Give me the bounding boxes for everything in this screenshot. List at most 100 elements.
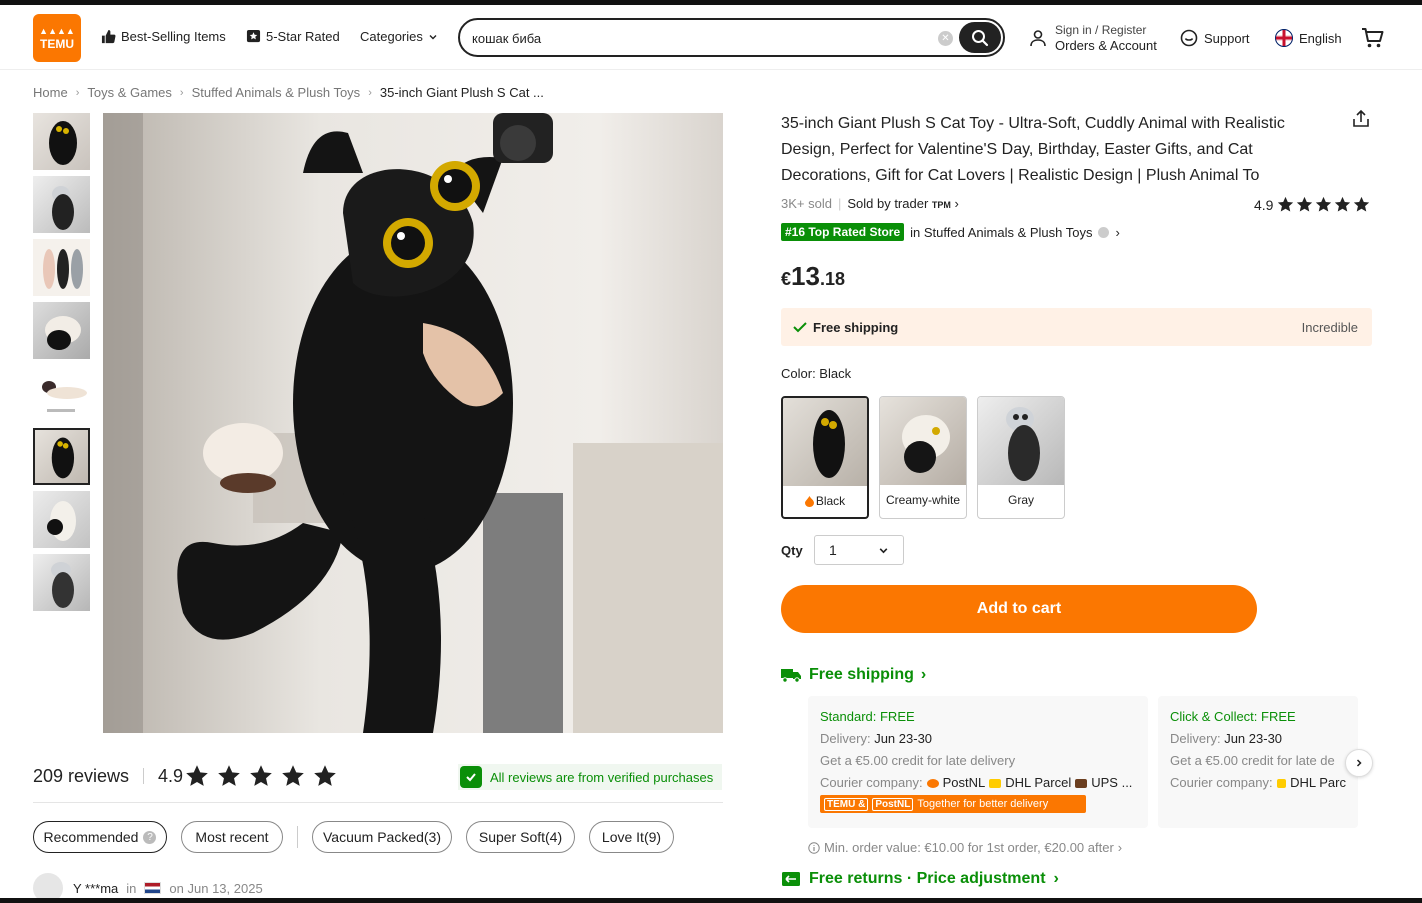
thumbnail-1[interactable] [33,113,90,170]
divider: | [837,196,842,211]
filter-recommended[interactable]: Recommended ? [33,821,167,853]
support-link[interactable]: Support [1180,29,1250,47]
thumbnail-6-selected[interactable] [33,428,90,485]
reviewer-in: in [126,880,137,896]
search-icon [972,29,989,46]
hug-cat-thumb [45,316,81,350]
cart-button[interactable] [1361,27,1385,54]
filter-super-soft[interactable]: Super Soft(4) [466,821,575,853]
thumbnail-3[interactable] [33,239,90,296]
info-icon [808,841,820,854]
delivery-label: Delivery: [820,731,871,746]
star-icon [1316,196,1332,212]
review-rating: 4.9 [158,765,184,786]
support-label: Support [1204,30,1250,46]
rating-stars [1277,196,1370,213]
price-whole: 13 [791,261,820,291]
search-button[interactable] [959,22,1001,53]
header: ▲▲▲▲ TEMU Best-Selling Items 5-Star Rate… [0,5,1422,70]
together-logo-postnl: PostNL [872,797,914,811]
rating-value: 4.9 [1254,196,1274,213]
shipping-option-click-collect: Click & Collect: FREE Delivery: Jun 23-3… [1158,696,1358,828]
seller-label: Sold by trader [847,196,929,211]
top-category-text: in Stuffed Animals & Plush Toys [910,224,1093,240]
account-menu[interactable]: Sign in / Register Orders & Account [1029,23,1157,53]
sold-row: 3K+ sold | Sold by trader TPM › [781,196,959,211]
support-icon [1180,29,1198,47]
courier-name: DHL Parc [1290,775,1346,790]
gray-cat-swatch [1006,407,1040,481]
white-cat-thumb [47,501,76,541]
clear-search-icon[interactable]: ✕ [938,31,953,46]
add-to-cart-button[interactable]: Add to cart [781,585,1257,633]
nav-five-star[interactable]: 5-Star Rated [246,29,340,44]
chevron-right-icon: › [1117,840,1123,855]
next-shipping-option-button[interactable] [1345,749,1373,777]
returns-text: Free returns · Price adjustment [809,870,1046,887]
delivery-dates: Jun 23-30 [1224,731,1283,746]
ups-icon [1075,778,1088,788]
chevron-right-icon: › [1053,870,1059,887]
thumbnail-4[interactable] [33,302,90,359]
thumbnail-7[interactable] [33,491,90,548]
thumbnail-2[interactable] [33,176,90,233]
check-icon [793,322,807,333]
search-input[interactable] [472,28,932,48]
returns-icon [782,872,800,886]
filter-label: Vacuum Packed(3) [322,829,441,845]
share-button[interactable] [1351,109,1371,134]
breadcrumb-plush[interactable]: Stuffed Animals & Plush Toys [192,85,361,100]
color-option-gray[interactable]: Gray [977,396,1065,519]
chevron-down-icon [429,34,437,39]
review-date: on Jun 13, 2025 [169,880,263,896]
color-option-black[interactable]: Black [781,396,869,519]
verified-reviews-notice: All reviews are from verified purchases [458,764,722,790]
account-line2: Orders & Account [1055,38,1157,53]
bottom-edge [0,898,1422,903]
filter-most-recent[interactable]: Most recent [181,821,283,853]
chevron-right-icon [1356,759,1362,767]
top-rated-row[interactable]: #16 Top Rated Store in Stuffed Animals &… [781,223,1120,241]
filter-love-it[interactable]: Love It(9) [589,821,674,853]
black-cat-swatch [813,410,845,478]
nav-categories[interactable]: Categories [360,29,438,44]
free-shipping-label: Free shipping [813,319,899,335]
postnl-icon [926,778,939,788]
free-shipping-link[interactable]: Free shipping › [781,666,926,684]
option-title: Click & Collect: FREE [1170,709,1296,724]
free-shipping-banner: Free shipping Incredible [781,308,1372,346]
late-credit: Get a €5.00 credit for late de [1170,753,1335,768]
breadcrumb-toys[interactable]: Toys & Games [87,85,172,100]
thumbnail-8[interactable] [33,554,90,611]
courier-name: DHL Parcel [1005,775,1072,790]
thumbnail-5[interactable] [33,365,90,422]
language-selector[interactable]: English [1275,29,1342,47]
color-option-creamy-white[interactable]: Creamy-white [879,396,967,519]
uk-flag-icon [1275,29,1293,47]
user-icon [1030,30,1046,47]
seller-link[interactable]: Sold by trader TPM › [847,196,959,211]
product-rating[interactable]: 4.9 [1254,196,1370,213]
cart-icon [1362,28,1384,48]
divider [33,802,723,803]
min-order-row[interactable]: Min. order value: €10.00 for 1st order, … [808,840,1122,855]
free-returns-link[interactable]: Free returns · Price adjustment › [781,870,1059,888]
white-cat-swatch [902,415,950,473]
courier-label: Courier company: [1170,775,1273,790]
filter-vacuum-packed[interactable]: Vacuum Packed(3) [312,821,452,853]
nav-best-selling[interactable]: Best-Selling Items [101,29,226,44]
option-title: Standard: FREE [820,709,915,724]
chevron-down-icon [879,547,888,553]
star-icon [1278,196,1294,212]
qty-select[interactable]: 1 [814,535,904,565]
main-product-image[interactable] [103,113,723,733]
temu-logo[interactable]: ▲▲▲▲ TEMU [33,14,81,62]
breadcrumb-current: 35-inch Giant Plush S Cat ... [379,85,544,100]
star-icon [186,765,208,786]
breadcrumb-home[interactable]: Home [33,85,68,100]
nav-label: Categories [360,29,423,44]
seller-mark: TPM [931,200,951,210]
sold-count: 3K+ sold [781,196,832,211]
star-icon [1354,196,1370,212]
product-price: € 13 .18 [781,261,845,292]
